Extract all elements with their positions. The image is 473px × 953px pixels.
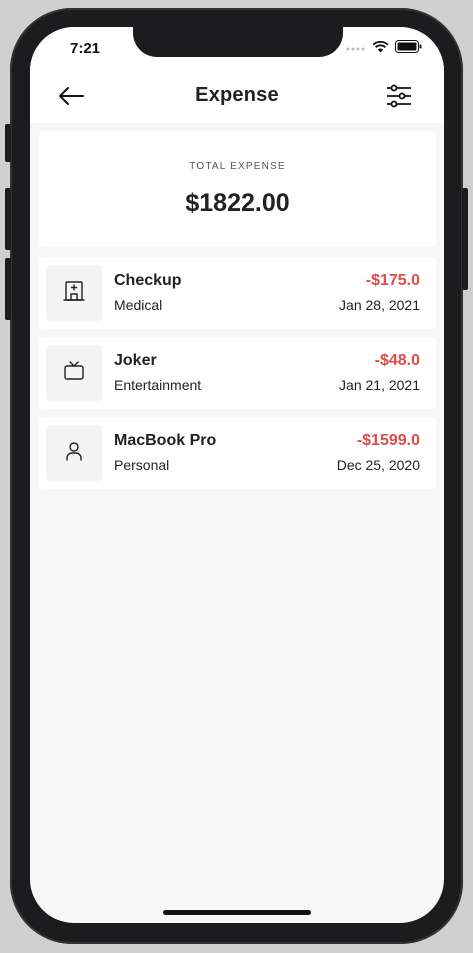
cellular-signal-icon	[346, 40, 366, 58]
transaction-amount: -$1599.0	[356, 432, 420, 449]
transaction-icon-box	[46, 345, 102, 401]
status-time: 7:21	[70, 40, 101, 57]
filter-button[interactable]	[384, 81, 414, 111]
transaction-category: Personal	[114, 457, 170, 473]
wifi-icon	[372, 40, 389, 58]
transaction-amount: -$175.0	[365, 272, 420, 289]
transaction-icon-box	[46, 425, 102, 481]
transaction-category: Medical	[114, 297, 163, 313]
transaction-row[interactable]: MacBook Pro Personal -$1599.0 Dec 25, 20…	[39, 417, 436, 489]
total-expense-label: TOTAL EXPENSE	[189, 161, 286, 172]
tv-icon	[63, 360, 85, 387]
transaction-category: Entertainment	[114, 377, 202, 393]
volume-down-button	[5, 258, 11, 320]
transaction-row[interactable]: Checkup Medical -$175.0 Jan 28, 2021	[39, 257, 436, 329]
transaction-date: Jan 28, 2021	[339, 297, 420, 313]
hospital-icon	[63, 280, 85, 307]
transaction-title: Joker	[114, 352, 157, 369]
person-icon	[63, 440, 85, 467]
status-icons	[346, 40, 422, 58]
sliders-icon	[384, 84, 414, 115]
transaction-title: MacBook Pro	[114, 432, 217, 449]
transaction-row[interactable]: Joker Entertainment -$48.0 Jan 21, 2021	[39, 337, 436, 409]
transaction-date: Dec 25, 2020	[336, 457, 420, 473]
app-header: Expense	[30, 71, 444, 123]
mute-switch	[5, 124, 11, 162]
total-expense-card: TOTAL EXPENSE $1822.00	[39, 131, 436, 247]
battery-icon	[395, 40, 422, 58]
page-title: Expense	[195, 84, 279, 106]
power-button	[462, 188, 468, 290]
camera-notch	[133, 27, 343, 57]
transaction-icon-box	[46, 265, 102, 321]
total-expense-value: $1822.00	[185, 189, 290, 217]
transaction-title: Checkup	[114, 272, 182, 289]
transaction-amount: -$48.0	[374, 352, 420, 369]
volume-up-button	[5, 188, 11, 250]
home-indicator[interactable]	[163, 910, 311, 915]
app-screen: 7:21 Expense TOTAL EXPENSE $1822.00 Chec…	[30, 27, 444, 923]
transaction-date: Jan 21, 2021	[339, 377, 420, 393]
